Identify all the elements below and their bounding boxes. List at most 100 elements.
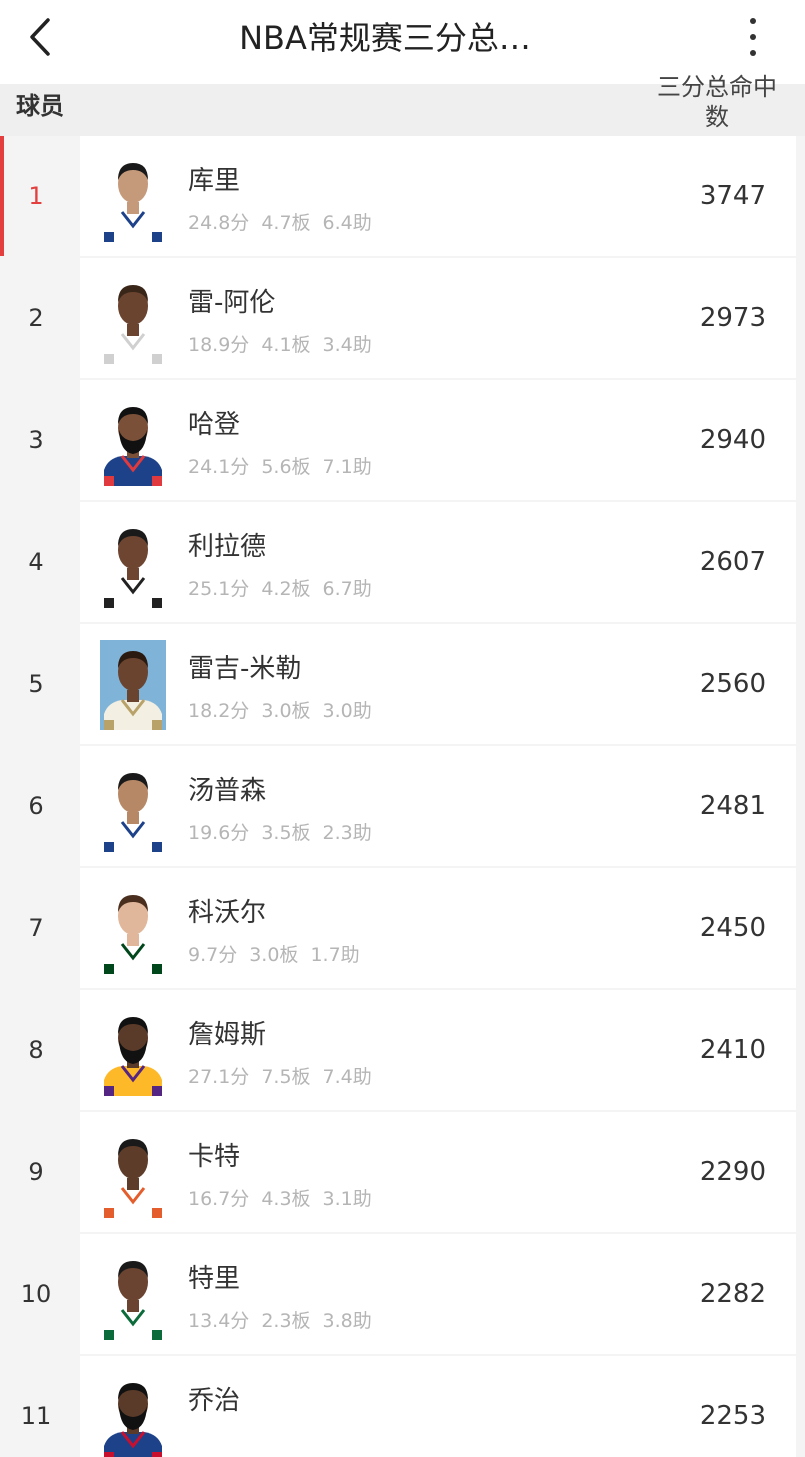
player-card[interactable]: 雷吉-米勒 18.2分 3.0板 3.0助 2560: [80, 624, 796, 744]
ranking-row[interactable]: 10 特里 13.4分 2.3板 3.8助 2282: [0, 1234, 805, 1356]
rebounds-stat: 4.7板: [261, 212, 311, 234]
player-stats: 24.8分 4.7板 6.4助: [188, 208, 384, 235]
player-stats: [188, 1428, 224, 1450]
player-name: 汤普森: [188, 776, 267, 806]
ranking-row[interactable]: 5 雷吉-米勒 18.2分 3.0板 3.0助 2560: [0, 624, 805, 746]
column-header-three-pointers[interactable]: 三分总命中数: [646, 72, 788, 132]
rebounds-stat: 7.5板: [261, 1066, 311, 1088]
rank-cell: 11: [0, 1356, 80, 1457]
player-stats: 24.1分 5.6板 7.1助: [188, 452, 384, 479]
player-stats: 25.1分 4.2板 6.7助: [188, 574, 384, 601]
player-name: 雷吉-米勒: [188, 654, 302, 684]
ranking-list: 1 库里 24.8分 4.7板 6.4助 3747 2 雷-阿伦 18.9分 4.1板 3.4助 29…: [0, 136, 805, 1457]
ranking-row[interactable]: 9 卡特 16.7分 4.3板 3.1助 2290: [0, 1112, 805, 1234]
player-name: 卡特: [188, 1142, 241, 1172]
ranking-row[interactable]: 3 哈登 24.1分 5.6板 7.1助 2940: [0, 380, 805, 502]
player-stats: 18.2分 3.0板 3.0助: [188, 696, 384, 723]
ranking-row[interactable]: 8 詹姆斯 27.1分 7.5板 7.4助 2410: [0, 990, 805, 1112]
rebounds-stat: 4.3板: [261, 1188, 311, 1210]
player-card[interactable]: 利拉德 25.1分 4.2板 6.7助 2607: [80, 502, 796, 622]
player-card[interactable]: 乔治 2253: [80, 1356, 796, 1457]
rebounds-stat: 2.3板: [261, 1310, 311, 1332]
points-stat: 25.1分: [188, 578, 250, 600]
points-stat: 16.7分: [188, 1188, 250, 1210]
player-card[interactable]: 特里 13.4分 2.3板 3.8助 2282: [80, 1234, 796, 1354]
player-card[interactable]: 卡特 16.7分 4.3板 3.1助 2290: [80, 1112, 796, 1232]
player-avatar: [100, 1006, 166, 1096]
rank-cell: 9: [0, 1112, 80, 1234]
more-options-icon[interactable]: [735, 12, 771, 64]
rebounds-stat: 3.0板: [261, 700, 311, 722]
three-pointers-made: 2481: [699, 791, 766, 821]
ranking-row[interactable]: 11 乔治 2253: [0, 1356, 805, 1457]
ranking-row[interactable]: 6 汤普森 19.6分 3.5板 2.3助 2481: [0, 746, 805, 868]
player-avatar: [100, 274, 166, 364]
player-card[interactable]: 雷-阿伦 18.9分 4.1板 3.4助 2973: [80, 258, 796, 378]
rank-cell: 10: [0, 1234, 80, 1356]
rank-number: 8: [28, 1036, 44, 1064]
player-avatar: [100, 396, 166, 486]
player-card[interactable]: 汤普森 19.6分 3.5板 2.3助 2481: [80, 746, 796, 866]
page-title: NBA常规赛三分总…: [239, 19, 531, 57]
player-name: 特里: [188, 1264, 241, 1294]
player-card[interactable]: 哈登 24.1分 5.6板 7.1助 2940: [80, 380, 796, 500]
assists-stat: 1.7助: [310, 944, 360, 966]
rank-number: 7: [28, 914, 44, 942]
rank-cell: 8: [0, 990, 80, 1112]
rank-number: 1: [28, 182, 44, 210]
player-name: 利拉德: [188, 532, 267, 562]
player-avatar: [100, 640, 166, 730]
player-stats: 9.7分 3.0板 1.7助: [188, 940, 372, 967]
three-pointers-made: 2607: [699, 547, 766, 577]
assists-stat: 2.3助: [322, 822, 372, 844]
player-name: 哈登: [188, 410, 241, 440]
three-pointers-made: 2290: [699, 1157, 766, 1187]
points-stat: 13.4分: [188, 1310, 250, 1332]
player-avatar: [100, 884, 166, 974]
assists-stat: 7.4助: [322, 1066, 372, 1088]
player-stats: 18.9分 4.1板 3.4助: [188, 330, 384, 357]
player-card[interactable]: 科沃尔 9.7分 3.0板 1.7助 2450: [80, 868, 796, 988]
rank-number: 11: [20, 1402, 52, 1430]
rank-number: 4: [28, 548, 44, 576]
player-stats: 13.4分 2.3板 3.8助: [188, 1306, 384, 1333]
three-pointers-made: 2450: [699, 913, 766, 943]
rank-cell: 3: [0, 380, 80, 502]
ranking-row[interactable]: 2 雷-阿伦 18.9分 4.1板 3.4助 2973: [0, 258, 805, 380]
rank-cell: 5: [0, 624, 80, 746]
player-card[interactable]: 詹姆斯 27.1分 7.5板 7.4助 2410: [80, 990, 796, 1110]
points-stat: 24.8分: [188, 212, 250, 234]
assists-stat: 3.8助: [322, 1310, 372, 1332]
assists-stat: 3.1助: [322, 1188, 372, 1210]
points-stat: 24.1分: [188, 456, 250, 478]
player-name: 科沃尔: [188, 898, 267, 928]
ranking-row[interactable]: 4 利拉德 25.1分 4.2板 6.7助 2607: [0, 502, 805, 624]
assists-stat: 3.4助: [322, 334, 372, 356]
player-avatar: [100, 152, 166, 242]
points-stat: 19.6分: [188, 822, 250, 844]
three-pointers-made: 2253: [699, 1401, 766, 1431]
rank-number: 2: [28, 304, 44, 332]
three-pointers-made: 3747: [699, 181, 766, 211]
points-stat: 27.1分: [188, 1066, 250, 1088]
rebounds-stat: 4.2板: [261, 578, 311, 600]
ranking-row[interactable]: 7 科沃尔 9.7分 3.0板 1.7助 2450: [0, 868, 805, 990]
player-avatar: [100, 1372, 166, 1457]
three-pointers-made: 2940: [699, 425, 766, 455]
back-icon[interactable]: [18, 12, 62, 62]
points-stat: 9.7分: [188, 944, 238, 966]
ranking-row[interactable]: 1 库里 24.8分 4.7板 6.4助 3747: [0, 136, 805, 258]
rank-number: 6: [28, 792, 44, 820]
rank-cell: 1: [0, 136, 80, 258]
rebounds-stat: 3.0板: [249, 944, 299, 966]
rebounds-stat: 5.6板: [261, 456, 311, 478]
three-pointers-made: 2973: [699, 303, 766, 333]
rebounds-stat: 4.1板: [261, 334, 311, 356]
three-pointers-made: 2560: [699, 669, 766, 699]
player-card[interactable]: 库里 24.8分 4.7板 6.4助 3747: [80, 136, 796, 256]
player-avatar: [100, 1250, 166, 1340]
player-stats: 16.7分 4.3板 3.1助: [188, 1184, 384, 1211]
assists-stat: 3.0助: [322, 700, 372, 722]
player-avatar: [100, 518, 166, 608]
rank-number: 9: [28, 1158, 44, 1186]
